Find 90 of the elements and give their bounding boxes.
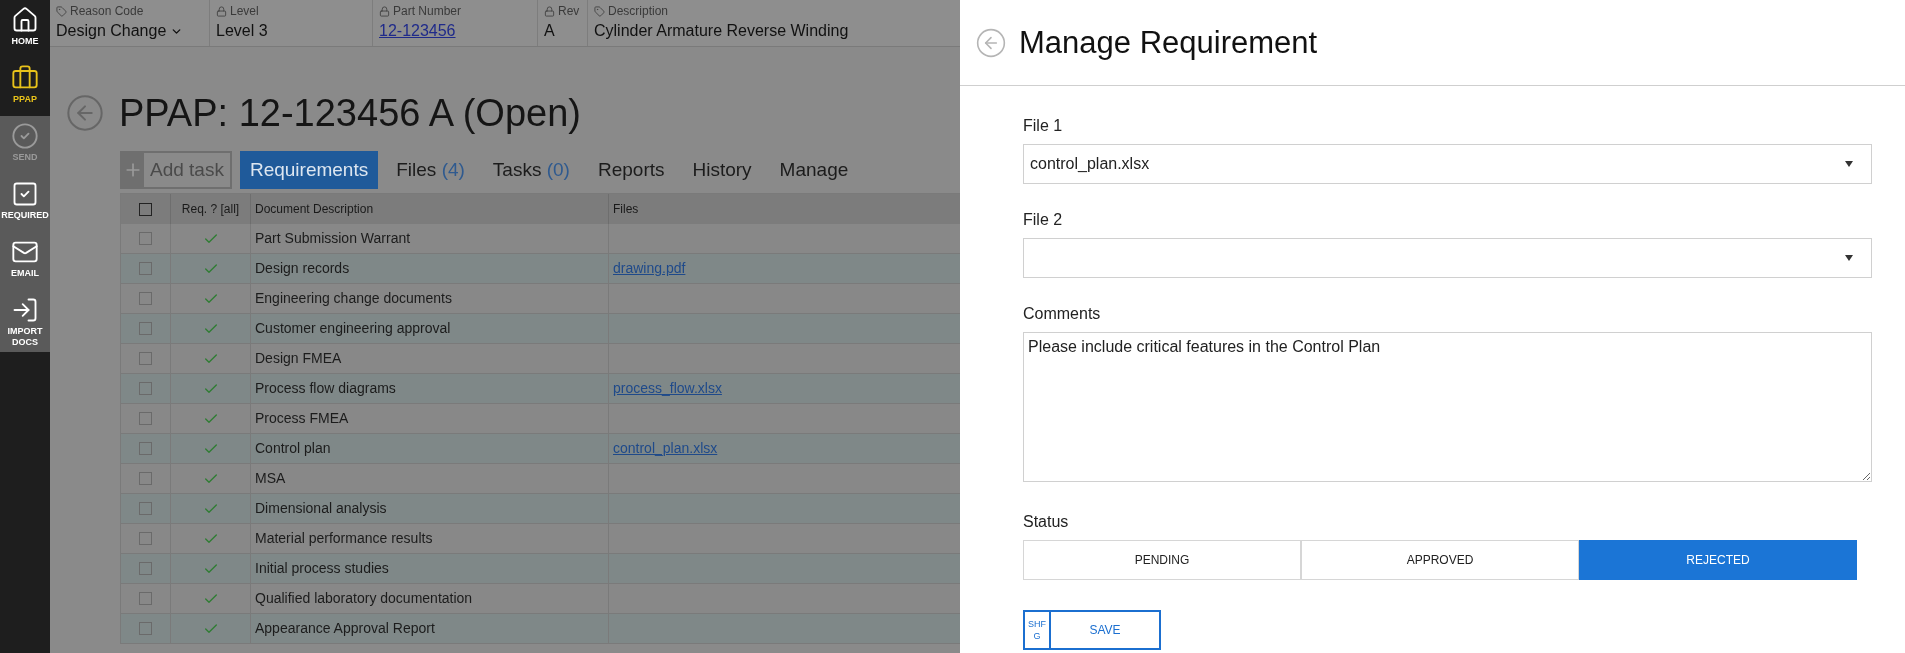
checkbox[interactable] [139,472,152,485]
table-row[interactable]: MSA [121,464,960,494]
tab[interactable]: Files (4) [386,151,475,189]
file-dropdown[interactable] [1023,238,1872,278]
sidebar-item[interactable]: EMAIL [0,232,50,290]
table-cell-text: Design FMEA [255,349,342,368]
checkbox[interactable] [139,592,152,605]
field-label: Rev [558,3,580,20]
status-option[interactable]: REJECTED [1579,540,1857,580]
sidebar-item[interactable]: REQUIRED [0,174,50,232]
caret-icon [1845,255,1853,261]
file-dropdown[interactable]: control_plan.xlsx [1023,144,1872,184]
file-link[interactable]: control_plan.xlsx [613,438,718,459]
caret-icon [1845,161,1853,167]
panel-title: Manage Requirement [1019,23,1318,62]
table-cell-text: Initial process studies [255,559,389,578]
table-row[interactable]: Process flow diagrams process_flow.xlsx [121,374,960,404]
checkbox[interactable] [139,412,152,425]
table-cell-text: Process FMEA [255,409,349,428]
checkbox[interactable] [139,532,152,545]
field-label: Level [230,3,259,20]
import-icon [11,296,39,324]
file-link[interactable]: drawing.pdf [613,258,686,279]
tab[interactable]: Requirements [239,151,379,189]
field-label: Description [608,3,669,20]
column-header[interactable]: Req. ? [all] [181,200,240,218]
column-header[interactable]: Document Description [255,200,374,218]
file-link[interactable]: process_flow.xlsx [613,378,722,399]
table-cell-text: Dimensional analysis [255,499,387,518]
table-row[interactable]: Initial process studies [121,554,960,584]
checkbox[interactable] [139,562,152,575]
field-label: Part Number [393,3,462,20]
table-cell-text: Appearance Approval Report [255,619,435,638]
check-circle-icon [11,122,39,150]
field-value: Level 3 [216,21,269,41]
checkbox[interactable] [139,232,152,245]
table-cell-text: MSA [255,469,286,488]
table-cell-text: Part Submission Warrant [255,229,411,248]
table-row[interactable]: Material performance results [121,524,960,554]
page-title: PPAP: 12-123456 A (Open) [119,91,581,135]
table-cell-text: Process flow diagrams [255,379,396,398]
checkbox[interactable] [139,292,152,305]
table-row[interactable]: Control plan control_plan.xlsx [121,434,960,464]
table-row[interactable]: Part Submission Warrant [121,224,960,254]
table-row[interactable]: Qualified laboratory documentation [121,584,960,614]
field-label: Status [1023,512,1070,532]
field-label: Reason Code [70,3,144,20]
back-icon[interactable] [65,93,105,133]
field-label: File 2 [1023,210,1064,230]
check-square-icon [11,180,39,208]
table-cell-text: Customer engineering approval [255,319,451,338]
table-cell-text: Design records [255,259,350,278]
sidebar-item[interactable]: IMPORT DOCS [0,290,50,352]
field-value: Cylinder Armature Reverse Winding [594,21,850,41]
table-cell-text: Control plan [255,439,331,458]
checkbox[interactable] [139,352,152,365]
back-icon[interactable] [975,26,1007,59]
table-cell-text: Qualified laboratory documentation [255,589,473,608]
table-row[interactable]: Engineering change documents [121,284,960,314]
tab[interactable]: History [682,151,762,189]
tab[interactable]: Tasks (0) [482,151,580,189]
checkbox[interactable] [139,262,152,275]
tab[interactable]: Reports [587,151,675,189]
home-icon [11,6,39,34]
table-cell-text: Engineering change documents [255,289,452,308]
field-label: Comments [1023,304,1102,324]
column-header[interactable]: Files [613,200,639,218]
table-row[interactable]: Process FMEA [121,404,960,434]
field-value: A [544,21,556,41]
table-cell-text: Material performance results [255,529,433,548]
field-label: File 1 [1023,116,1064,136]
comments-field[interactable]: Please include critical features in the Control Plan [1023,332,1872,482]
table-row[interactable]: Dimensional analysis [121,494,960,524]
status-option[interactable]: PENDING [1023,540,1301,580]
table-row[interactable]: Customer engineering approval [121,314,960,344]
checkbox[interactable] [139,502,152,515]
status-option[interactable]: APPROVED [1301,540,1579,580]
reason-code-dropdown[interactable]: Design Change [56,20,203,42]
part-number-link[interactable]: 12-123456 [379,20,456,42]
tab[interactable]: Manage [769,151,859,189]
checkbox[interactable] [139,322,152,335]
table-row[interactable]: Design FMEA [121,344,960,374]
save-button[interactable]: SHFG SAVE [1023,610,1161,650]
checkbox[interactable] [139,442,152,455]
shortcut-label: SHFG [1025,612,1051,648]
table-row[interactable]: Appearance Approval Report [121,614,960,644]
checkbox[interactable] [139,382,152,395]
table-row[interactable]: Design records drawing.pdf [121,254,960,284]
select-all-checkbox[interactable] [139,202,152,216]
checkbox[interactable] [139,622,152,635]
